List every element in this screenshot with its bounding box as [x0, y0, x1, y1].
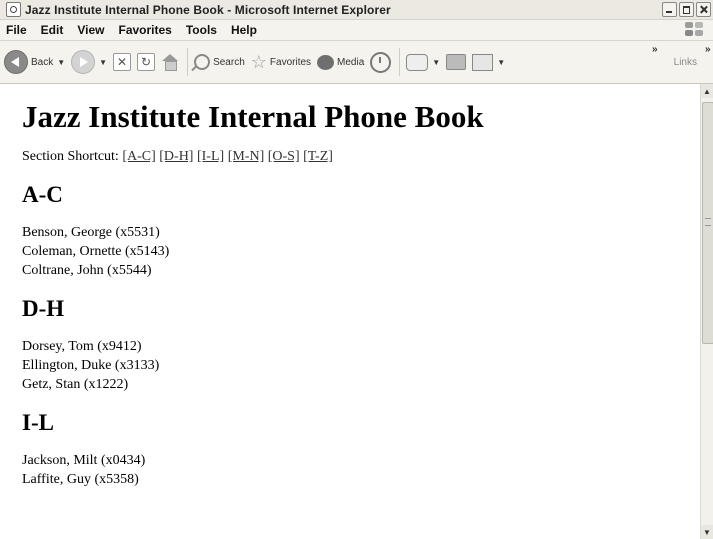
shortcut-link-i-l[interactable]: [I-L] — [197, 149, 224, 164]
list-item: Coltrane, John (x5544) — [22, 263, 152, 278]
section-list-d-h: Dorsey, Tom (x9412) Ellington, Duke (x31… — [22, 337, 701, 394]
list-item: Laffite, Guy (x5358) — [22, 472, 139, 487]
maximize-button[interactable] — [679, 2, 694, 17]
browser-window: Jazz Institute Internal Phone Book - Mic… — [0, 0, 713, 539]
back-arrow-icon — [4, 50, 28, 74]
printer-icon — [446, 54, 467, 70]
section-list-a-c: Benson, George (x5531) Coleman, Ornette … — [22, 223, 701, 280]
list-item: Getz, Stan (x1222) — [22, 377, 129, 392]
scrollbar-thumb[interactable] — [702, 102, 713, 344]
links-overflow-chevron-icon[interactable]: » — [705, 44, 711, 55]
stop-button[interactable]: ✕ — [113, 53, 132, 71]
forward-dropdown-icon[interactable]: ▼ — [99, 58, 107, 67]
refresh-icon: ↻ — [137, 53, 156, 71]
section-shortcuts: Section Shortcut: [A-C] [D-H] [I-L] [M-N… — [22, 148, 701, 166]
shortcut-label: Section Shortcut: — [22, 149, 119, 164]
ie-page-icon — [6, 2, 21, 17]
menu-help[interactable]: Help — [224, 23, 264, 37]
list-item: Dorsey, Tom (x9412) — [22, 339, 142, 354]
media-label: Media — [337, 56, 365, 68]
section-heading-a-c: A-C — [22, 182, 63, 207]
forward-arrow-icon — [71, 50, 96, 74]
window-controls — [662, 2, 711, 17]
menu-file[interactable]: File — [0, 23, 34, 37]
list-item: Benson, George (x5531) — [22, 225, 160, 240]
menu-edit[interactable]: Edit — [34, 23, 71, 37]
page-title: Jazz Institute Internal Phone Book — [22, 99, 484, 134]
vertical-scrollbar[interactable]: ▲ ▼ — [700, 84, 713, 539]
list-item: Jackson, Milt (x0434) — [22, 453, 146, 468]
minimize-button[interactable] — [662, 2, 677, 17]
section-heading-i-l: I-L — [22, 410, 54, 435]
shortcut-link-m-n[interactable]: [M-N] — [228, 149, 265, 164]
stop-icon: ✕ — [113, 53, 132, 71]
back-button[interactable]: Back ▼ — [4, 50, 65, 74]
search-label: Search — [213, 56, 245, 68]
list-item: Ellington, Duke (x3133) — [22, 358, 160, 373]
back-label: Back — [31, 56, 54, 68]
star-icon: ☆ — [250, 52, 267, 72]
shortcut-link-a-c[interactable]: [A-C] — [122, 149, 155, 164]
refresh-button[interactable]: ↻ — [137, 53, 156, 71]
scrollbar-grip-icon — [705, 218, 711, 226]
toolbar-overflow-chevron-icon[interactable]: » — [652, 44, 658, 55]
history-icon — [370, 51, 392, 73]
shortcut-link-d-h[interactable]: [D-H] — [159, 149, 193, 164]
scroll-down-arrow-icon[interactable]: ▼ — [701, 525, 713, 539]
search-icon — [194, 54, 211, 70]
section-list-i-l: Jackson, Milt (x0434) Laffite, Guy (x535… — [22, 451, 701, 489]
favorites-label: Favorites — [269, 56, 312, 68]
edit-dropdown-icon[interactable]: ▼ — [497, 58, 505, 67]
page-content: Jazz Institute Internal Phone Book Secti… — [0, 84, 701, 539]
list-item: Coleman, Ornette (x5143) — [22, 244, 170, 259]
history-button[interactable] — [370, 51, 392, 73]
menu-bar: File Edit View Favorites Tools Help — [0, 20, 713, 41]
toolbar-separator — [399, 48, 401, 76]
edit-button[interactable]: ▼ — [472, 53, 505, 71]
scroll-up-arrow-icon[interactable]: ▲ — [701, 84, 713, 98]
menu-favorites[interactable]: Favorites — [111, 23, 178, 37]
links-label[interactable]: Links — [674, 57, 697, 68]
window-title: Jazz Institute Internal Phone Book - Mic… — [25, 2, 391, 17]
toolbar-separator — [187, 48, 189, 76]
back-dropdown-icon[interactable]: ▼ — [57, 58, 65, 67]
print-button[interactable] — [446, 54, 467, 70]
mail-icon — [406, 53, 429, 71]
search-button[interactable]: Search — [194, 54, 245, 70]
mail-button[interactable]: ▼ — [406, 53, 440, 71]
shortcut-link-o-s[interactable]: [O-S] — [268, 149, 300, 164]
favorites-button[interactable]: ☆ Favorites — [250, 52, 312, 72]
title-bar: Jazz Institute Internal Phone Book - Mic… — [0, 0, 713, 20]
shortcut-link-t-z[interactable]: [T-Z] — [303, 149, 333, 164]
menu-view[interactable]: View — [70, 23, 111, 37]
forward-button[interactable]: ▼ — [71, 50, 107, 74]
windows-logo-icon — [685, 22, 705, 38]
home-button[interactable] — [161, 54, 179, 71]
mail-dropdown-icon[interactable]: ▼ — [432, 58, 440, 67]
close-button[interactable] — [696, 2, 711, 17]
edit-icon — [472, 53, 494, 71]
standard-toolbar: Back ▼ ▼ ✕ ↻ Search ☆ Favorites Media ▼ … — [0, 41, 713, 84]
media-icon — [317, 54, 335, 70]
section-heading-d-h: D-H — [22, 296, 65, 321]
menu-tools[interactable]: Tools — [179, 23, 224, 37]
home-icon — [161, 54, 179, 71]
media-button[interactable]: Media — [317, 54, 365, 70]
